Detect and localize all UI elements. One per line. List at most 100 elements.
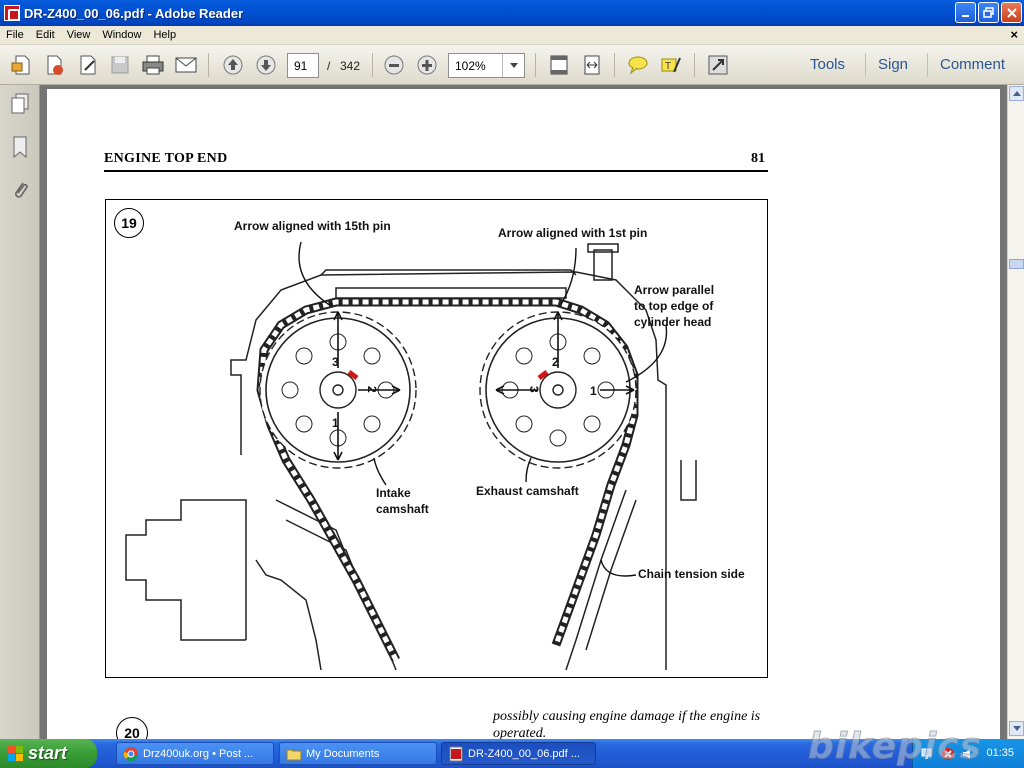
restore-icon <box>983 7 994 18</box>
chevron-up-icon <box>1012 90 1021 96</box>
toolbar-separator <box>208 53 209 77</box>
page-body-text: possibly causing engine damage if the en… <box>493 709 761 739</box>
zoom-in-button[interactable] <box>414 53 440 77</box>
fit-width-button[interactable] <box>579 53 605 77</box>
label-arrow-15th-pin: Arrow aligned with 15th pin <box>234 219 391 233</box>
exhaust-mark-1: 1 <box>590 384 597 398</box>
label-arrow-parallel-1: Arrow parallel <box>634 283 714 297</box>
tools-pane-link[interactable]: Tools <box>810 56 845 73</box>
expand-icon <box>708 55 728 75</box>
window-titlebar[interactable]: DR-Z400_00_06.pdf - Adobe Reader <box>0 0 1024 26</box>
chrome-icon <box>123 747 138 762</box>
bookmarks-button[interactable] <box>9 135 31 159</box>
minimize-button[interactable] <box>955 2 976 23</box>
taskbar-item-adobe-reader[interactable]: DR-Z400_00_06.pdf ... <box>441 742 596 765</box>
plus-icon <box>417 55 437 75</box>
toolbar-separator <box>694 53 695 77</box>
menu-window[interactable]: Window <box>96 29 147 41</box>
adobe-reader-icon <box>4 5 20 21</box>
toolbar-separator <box>614 53 615 77</box>
menu-help[interactable]: Help <box>147 29 182 41</box>
menu-view[interactable]: View <box>61 29 97 41</box>
panel-separator <box>865 53 866 77</box>
taskbar-item-label: DR-Z400_00_06.pdf ... <box>468 747 580 760</box>
scroll-down-button[interactable] <box>1009 721 1024 736</box>
taskbar-item-label: My Documents <box>306 747 380 760</box>
close-icon <box>1006 7 1017 18</box>
window-controls <box>955 2 1022 23</box>
page-thumbnails-button[interactable] <box>9 92 31 116</box>
close-document-button[interactable]: × <box>1010 27 1018 42</box>
menu-file[interactable]: File <box>0 29 30 41</box>
fit-page-icon <box>550 55 568 75</box>
edit-pdf-button[interactable] <box>75 53 101 77</box>
page-number-input[interactable]: 91 <box>287 53 319 78</box>
minimize-icon <box>961 14 969 17</box>
page-header-title: ENGINE TOP END <box>104 151 228 166</box>
minus-icon <box>384 55 404 75</box>
vertical-scrollbar[interactable] <box>1007 85 1024 739</box>
watermark: bikepics <box>807 726 983 768</box>
navigation-pane <box>0 85 40 739</box>
zoom-value: 102% <box>455 58 486 73</box>
chevron-down-icon[interactable] <box>502 54 524 77</box>
save-button[interactable] <box>107 53 133 77</box>
combine-files-button[interactable] <box>41 53 67 77</box>
create-pdf-icon <box>11 55 30 75</box>
edit-pdf-icon <box>80 55 96 75</box>
comment-button[interactable] <box>625 53 651 77</box>
fit-page-button[interactable] <box>546 53 572 77</box>
paperclip-icon <box>15 182 28 198</box>
create-pdf-button[interactable] <box>8 53 34 77</box>
printer-icon <box>142 55 164 75</box>
system-clock: 01:35 <box>986 747 1014 759</box>
combine-files-icon <box>47 55 63 75</box>
exhaust-mark-3: 3 <box>527 386 541 393</box>
label-arrow-parallel-2: to top edge of <box>634 299 714 313</box>
fit-width-icon <box>584 55 600 75</box>
cylinder-head-outline <box>125 243 697 671</box>
intake-mark-2: 2 <box>365 386 379 393</box>
comment-pane-link[interactable]: Comment <box>940 56 1005 73</box>
print-button[interactable] <box>140 53 166 77</box>
close-window-button[interactable] <box>1001 2 1022 23</box>
scrollbar-thumb[interactable] <box>1009 259 1024 269</box>
next-page-button[interactable] <box>253 53 279 77</box>
full-screen-button[interactable] <box>705 53 731 77</box>
intake-mark-1: 1 <box>332 416 339 430</box>
toolbar-separator <box>535 53 536 77</box>
label-intake-2: camshaft <box>376 502 429 516</box>
folder-icon <box>286 749 302 761</box>
chevron-down-icon <box>1012 725 1021 731</box>
windows-flag-icon <box>8 746 23 761</box>
toolbar: 91 / 342 102% T Tools Sign Comment <box>0 45 1024 85</box>
intake-sprocket <box>259 311 417 469</box>
envelope-icon <box>175 57 197 73</box>
panel-separator <box>927 53 928 77</box>
page-header-number: 81 <box>751 151 765 166</box>
menu-bar: File Edit View Window Help × <box>0 26 1024 45</box>
email-button[interactable] <box>173 53 199 77</box>
total-pages: 342 <box>340 59 361 73</box>
zoom-select[interactable]: 102% <box>448 53 525 78</box>
menu-edit[interactable]: Edit <box>30 29 61 41</box>
taskbar-item-my-documents[interactable]: My Documents <box>279 742 437 765</box>
taskbar-item-browser[interactable]: Drz400uk.org • Post ... <box>116 742 274 765</box>
pdf-page: ENGINE TOP END 81 19 Arrow aligned with … <box>47 89 1000 739</box>
page-separator: / <box>327 59 331 73</box>
next-figure-number: 20 <box>116 717 148 739</box>
document-viewport[interactable]: ENGINE TOP END 81 19 Arrow aligned with … <box>40 85 1007 739</box>
scroll-up-button[interactable] <box>1009 86 1024 101</box>
restore-button[interactable] <box>978 2 999 23</box>
label-exhaust-camshaft: Exhaust camshaft <box>476 484 579 498</box>
attachments-button[interactable] <box>9 178 31 202</box>
zoom-out-button[interactable] <box>381 53 407 77</box>
previous-page-button[interactable] <box>220 53 246 77</box>
start-button[interactable]: start <box>0 739 97 768</box>
highlighter-icon: T <box>661 57 681 73</box>
toolbar-separator <box>372 53 373 77</box>
arrow-down-icon <box>256 55 276 75</box>
sign-pane-link[interactable]: Sign <box>878 56 908 73</box>
intake-mark-3: 3 <box>332 355 339 369</box>
highlight-button[interactable]: T <box>658 53 684 77</box>
